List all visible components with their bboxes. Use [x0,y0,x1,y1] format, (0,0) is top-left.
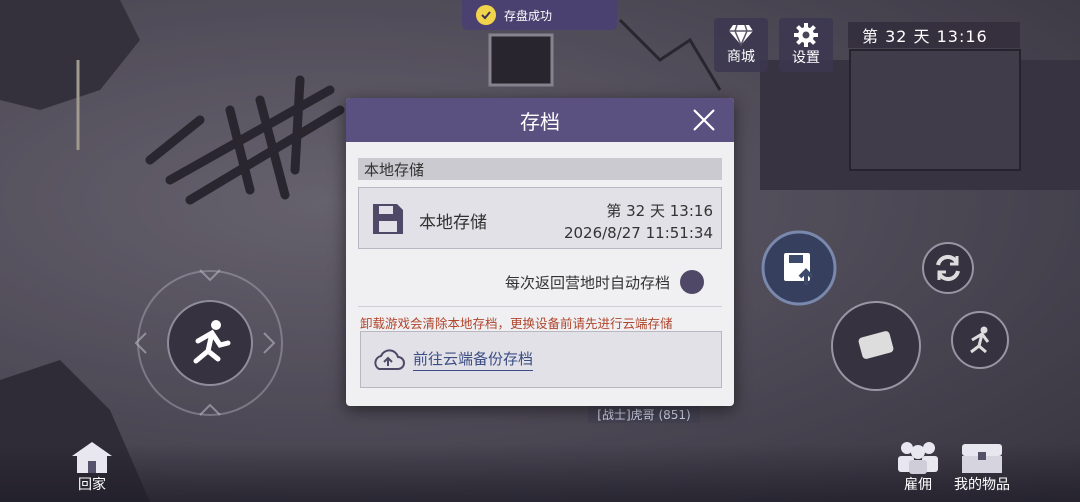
dialog-title: 存档 [520,109,560,134]
hire-label: 雇佣 [904,477,932,493]
slot-day-time: 第 32 天 13:16 [606,202,713,220]
attack-button[interactable] [832,302,920,390]
house-icon [72,442,112,473]
sprint-icon [970,326,990,354]
cloud-upload-icon [374,348,405,370]
slot-datetime: 2026/8/27 11:51:34 [563,224,713,242]
diamond-icon [729,24,753,46]
slot-name: 本地存储 [419,213,487,233]
switch-button[interactable] [923,243,973,293]
my-items-button[interactable]: 我的物品 [954,440,1010,494]
save-dialog: 存档 本地存储 本地存储 第 32 天 13:16 2026/8/27 11:5… [346,98,734,406]
dialog-header: 存档 [346,98,734,142]
save-upload-icon [784,253,814,285]
people-icon [898,442,938,474]
uninstall-warning: 卸载游戏会清除本地存档，更换设备前请先进行云端存储 [360,316,673,331]
auto-save-row: 每次返回营地时自动存档 [505,270,704,294]
divider [358,306,722,307]
hire-button[interactable]: 雇佣 [893,440,943,494]
cloud-backup-button[interactable]: 前往云端备份存档 [360,331,722,388]
floppy-disk-icon [373,204,403,234]
local-save-slot[interactable]: 本地存储 第 32 天 13:16 2026/8/27 11:51:34 [358,187,722,249]
shop-button[interactable]: 商城 [714,18,768,72]
save-success-toast: 存盘成功 [462,0,617,30]
toast-text: 存盘成功 [504,8,553,23]
movement-joystick[interactable] [168,301,252,385]
quick-save-button[interactable] [764,233,834,303]
my-items-label: 我的物品 [954,477,1010,493]
settings-label: 设置 [792,50,820,66]
player-name-tag: [战士]虎哥 (851) [588,405,700,423]
day-time-display: 第 32 天 13:16 [848,22,1020,48]
running-icon [193,320,231,364]
cloud-backup-label: 前往云端备份存档 [413,348,534,371]
close-icon[interactable] [692,108,716,132]
auto-save-toggle[interactable] [680,270,704,294]
chest-icon [962,444,1002,473]
fist-icon [858,331,894,359]
local-storage-section-title: 本地存储 [358,158,722,180]
auto-save-label: 每次返回营地时自动存档 [504,273,670,292]
check-icon [476,5,496,25]
sprint-button[interactable] [952,312,1008,368]
home-button[interactable]: 回家 [68,440,116,494]
gear-icon [794,23,818,47]
shop-label: 商城 [727,49,755,65]
refresh-icon [936,254,960,282]
home-label: 回家 [78,477,106,493]
settings-button[interactable]: 设置 [779,18,833,72]
